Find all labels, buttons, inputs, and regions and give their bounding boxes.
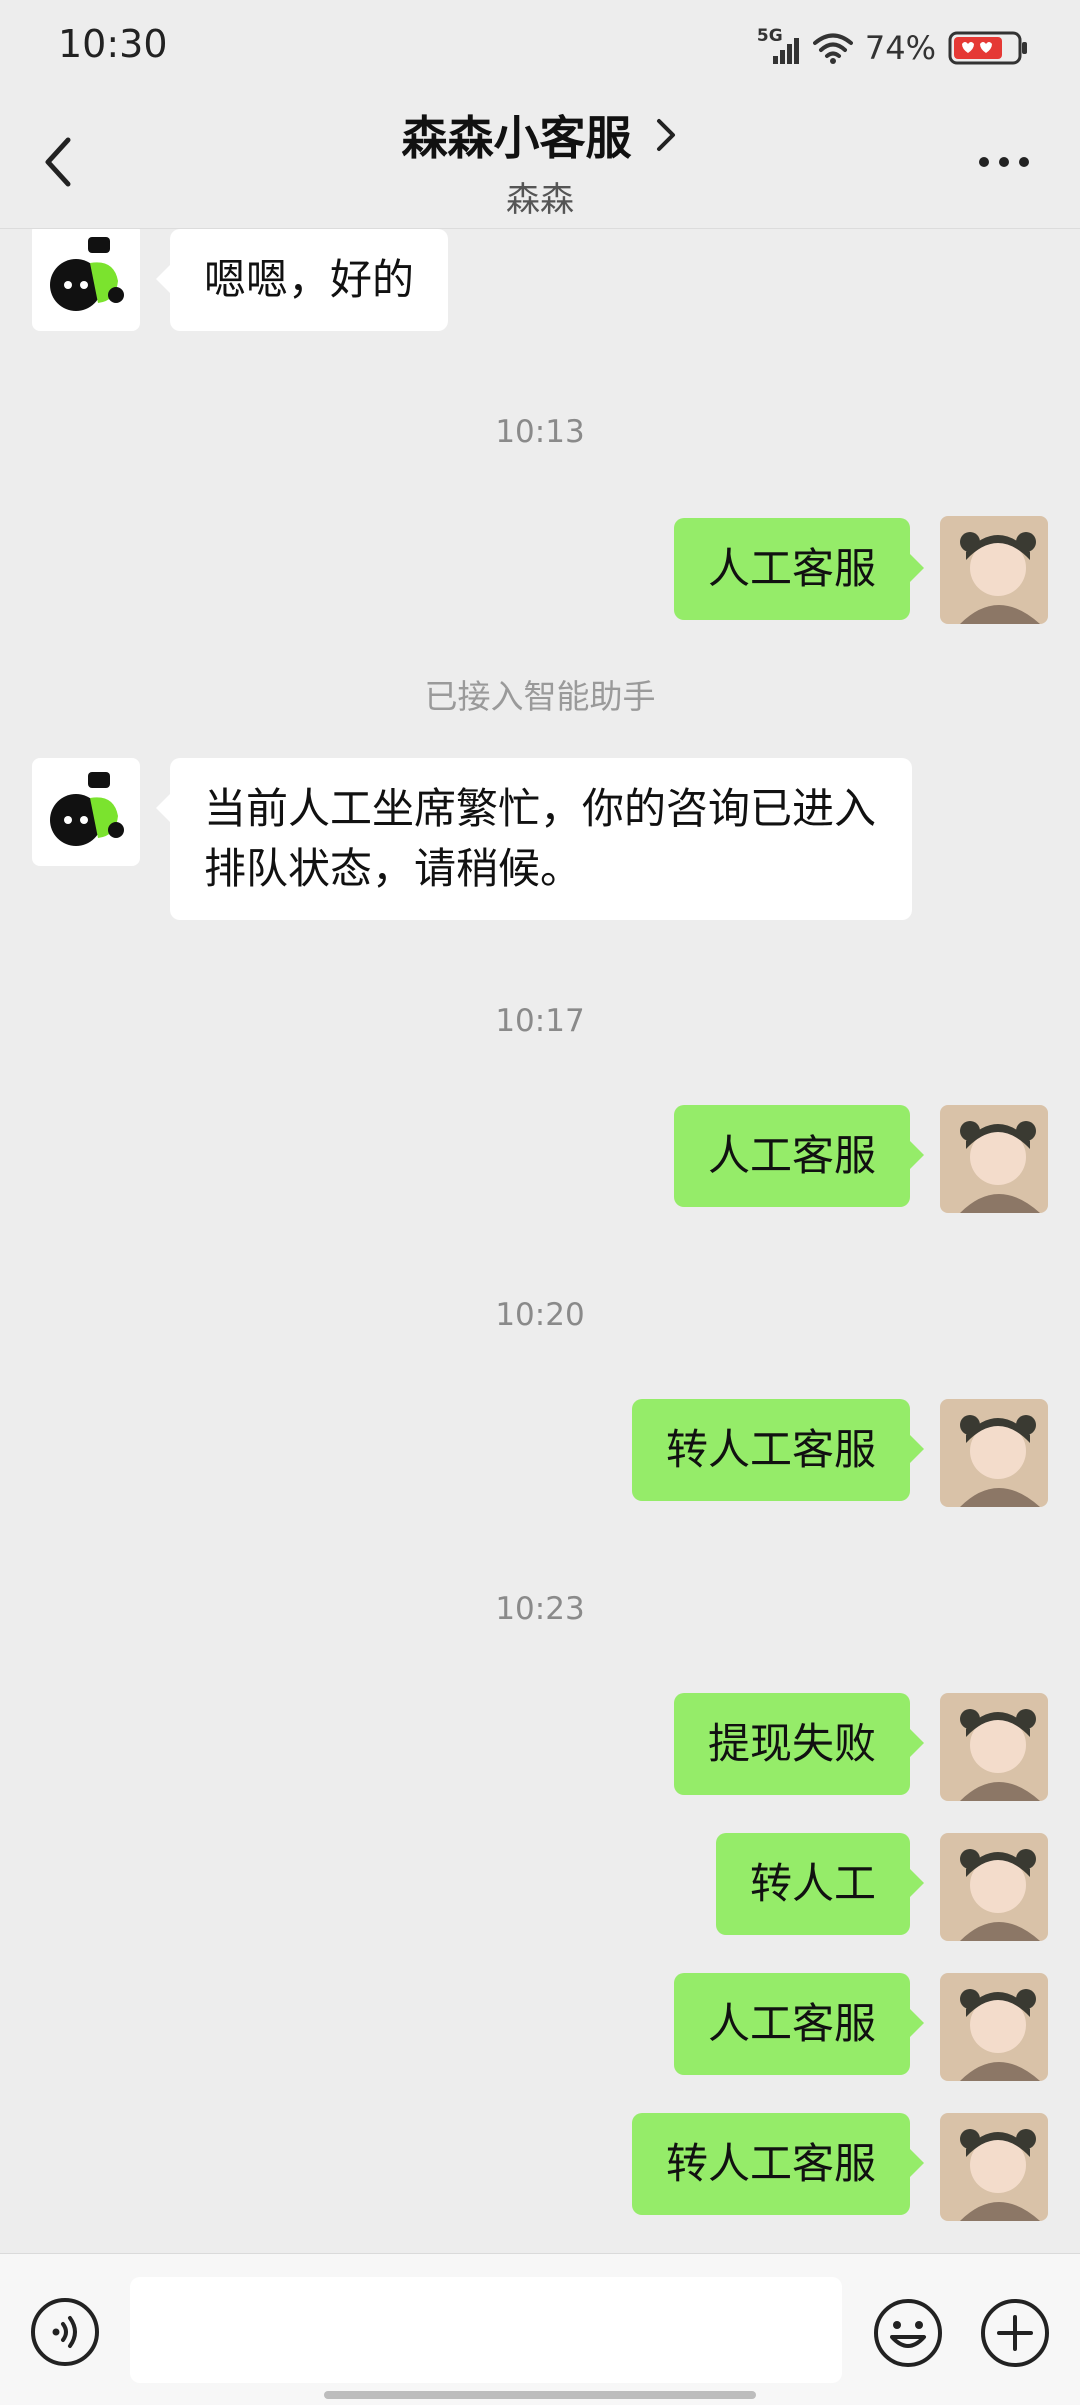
message-bubble-outgoing[interactable]: 转人工 xyxy=(715,1833,925,1935)
battery-icon xyxy=(948,31,1027,65)
user-avatar[interactable] xyxy=(940,1399,1048,1507)
user-avatar[interactable] xyxy=(940,1693,1048,1801)
chevron-right-icon[interactable] xyxy=(653,115,679,155)
user-avatar-image xyxy=(940,1833,1048,1941)
chat-title-group[interactable]: 森森小客服 xyxy=(0,102,1080,168)
system-message: 已接入智能助手 xyxy=(424,677,656,716)
battery-percent: 74% xyxy=(864,29,936,67)
home-indicator xyxy=(324,2391,756,2399)
chat-title[interactable]: 森森小客服 xyxy=(401,102,631,168)
user-avatar[interactable] xyxy=(940,2113,1048,2221)
message-bubble-outgoing[interactable]: 转人工客服 xyxy=(631,1399,925,1501)
more-icon[interactable] xyxy=(978,156,1030,168)
user-avatar[interactable] xyxy=(940,1973,1048,2081)
message-bubble-outgoing[interactable]: 转人工客服 xyxy=(631,2113,925,2215)
message-bubble-incoming[interactable]: 嗯嗯，好的 xyxy=(155,229,449,331)
user-avatar-image xyxy=(940,1399,1048,1507)
user-avatar-image xyxy=(940,1973,1048,2081)
user-avatar-image xyxy=(940,1693,1048,1801)
input-bar xyxy=(0,2253,1080,2405)
message-input[interactable] xyxy=(130,2277,842,2383)
user-avatar[interactable] xyxy=(940,516,1048,624)
message-list[interactable]: 嗯嗯，好的 10:13 人工客服 已接入智能助手 当前人工坐席繁忙，你的咨询已进… xyxy=(0,229,1080,2253)
chat-header: 森森小客服 森森 xyxy=(0,96,1080,229)
message-bubble-outgoing[interactable]: 人工客服 xyxy=(673,518,925,620)
user-avatar-image xyxy=(940,2113,1048,2221)
status-time: 10:30 xyxy=(58,22,168,66)
status-icons: 5G 74% xyxy=(757,26,1030,68)
plus-icon[interactable] xyxy=(979,2297,1051,2369)
message-timestamp: 10:13 xyxy=(495,414,585,450)
message-timestamp: 10:17 xyxy=(495,1003,585,1039)
bot-avatar[interactable] xyxy=(32,229,140,331)
user-avatar-image xyxy=(940,1105,1048,1213)
message-bubble-outgoing[interactable]: 人工客服 xyxy=(673,1105,925,1207)
message-bubble-incoming[interactable]: 当前人工坐席繁忙，你的咨询已进入排队状态，请稍候。 xyxy=(156,758,912,920)
message-bubble-outgoing[interactable]: 人工客服 xyxy=(673,1973,925,2075)
message-timestamp: 10:20 xyxy=(495,1297,585,1333)
message-bubble-outgoing[interactable]: 提现失败 xyxy=(673,1693,925,1795)
message-timestamp: 10:23 xyxy=(495,1591,585,1627)
user-avatar[interactable] xyxy=(940,1105,1048,1213)
user-avatar-image xyxy=(940,516,1048,624)
senso-logo-icon xyxy=(50,772,124,846)
senso-logo-icon xyxy=(50,237,124,311)
emoji-icon[interactable] xyxy=(872,2297,944,2369)
voice-icon[interactable] xyxy=(30,2297,100,2367)
wifi-icon xyxy=(812,33,853,64)
status-bar: 10:30 5G 74% xyxy=(0,0,1080,96)
chat-subtitle: 森森 xyxy=(506,180,574,220)
signal-icon: 5G xyxy=(757,26,801,66)
bot-avatar[interactable] xyxy=(32,758,140,866)
user-avatar[interactable] xyxy=(940,1833,1048,1941)
